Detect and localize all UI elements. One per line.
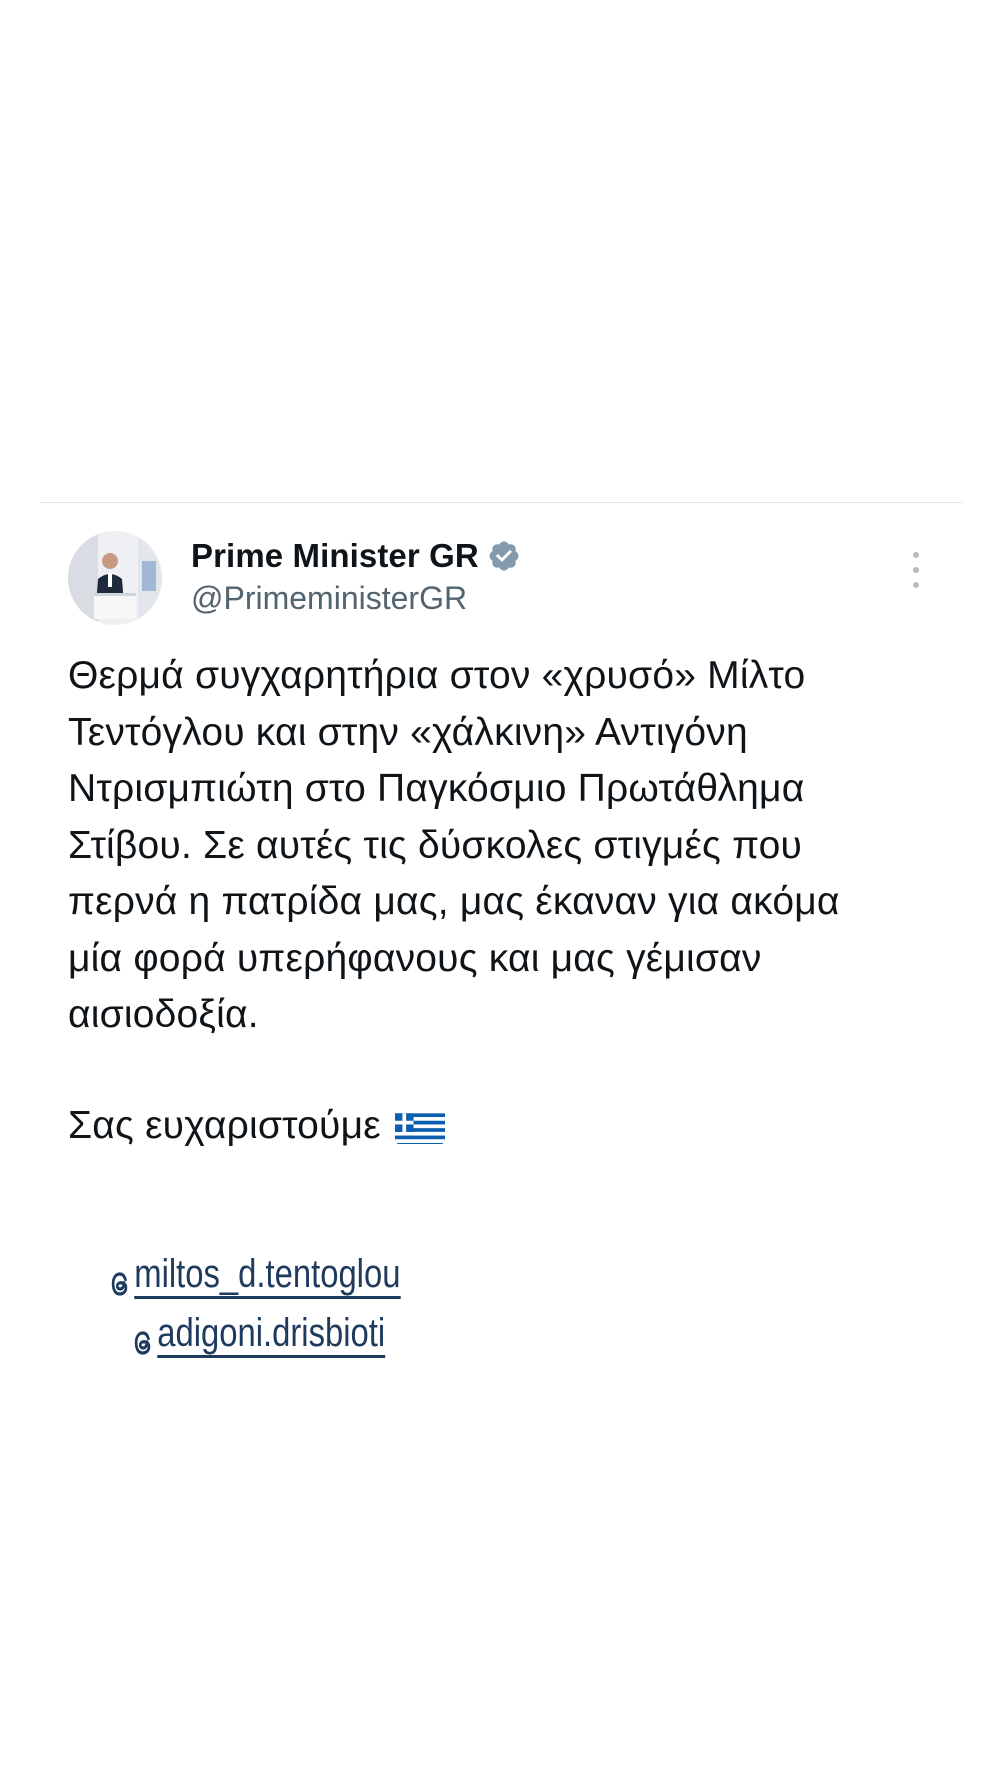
closing-text: Σας ευχαριστούμε (68, 1104, 381, 1147)
mention-link-miltos[interactable]: miltos_d.tentoglou (108, 1252, 401, 1299)
more-vertical-icon-dot (913, 582, 919, 588)
greek-flag-icon (394, 1108, 445, 1144)
threads-icon (108, 1264, 133, 1296)
top-divider (40, 502, 962, 503)
more-options-button[interactable] (897, 548, 933, 592)
author-display-name[interactable]: Prime Minister GR (191, 536, 521, 576)
mention-link-adigoni[interactable]: adigoni.drisbioti (131, 1311, 386, 1358)
display-name-text: Prime Minister GR (191, 537, 479, 574)
more-vertical-icon (913, 552, 919, 558)
author-handle[interactable]: @PrimeministerGR (191, 580, 467, 617)
avatar[interactable] (68, 531, 162, 625)
verified-badge-icon (487, 539, 521, 573)
mention-text: adigoni.drisbioti (157, 1311, 386, 1358)
post-closing: Σας ευχαριστούμε (68, 1098, 445, 1154)
mention-text: miltos_d.tentoglou (134, 1252, 401, 1299)
post-text: Θερμά συγχαρητήρια στον «χρυσό» Μίλτο Τε… (68, 654, 840, 1036)
more-vertical-icon-dot (913, 567, 919, 573)
threads-icon (131, 1323, 156, 1355)
